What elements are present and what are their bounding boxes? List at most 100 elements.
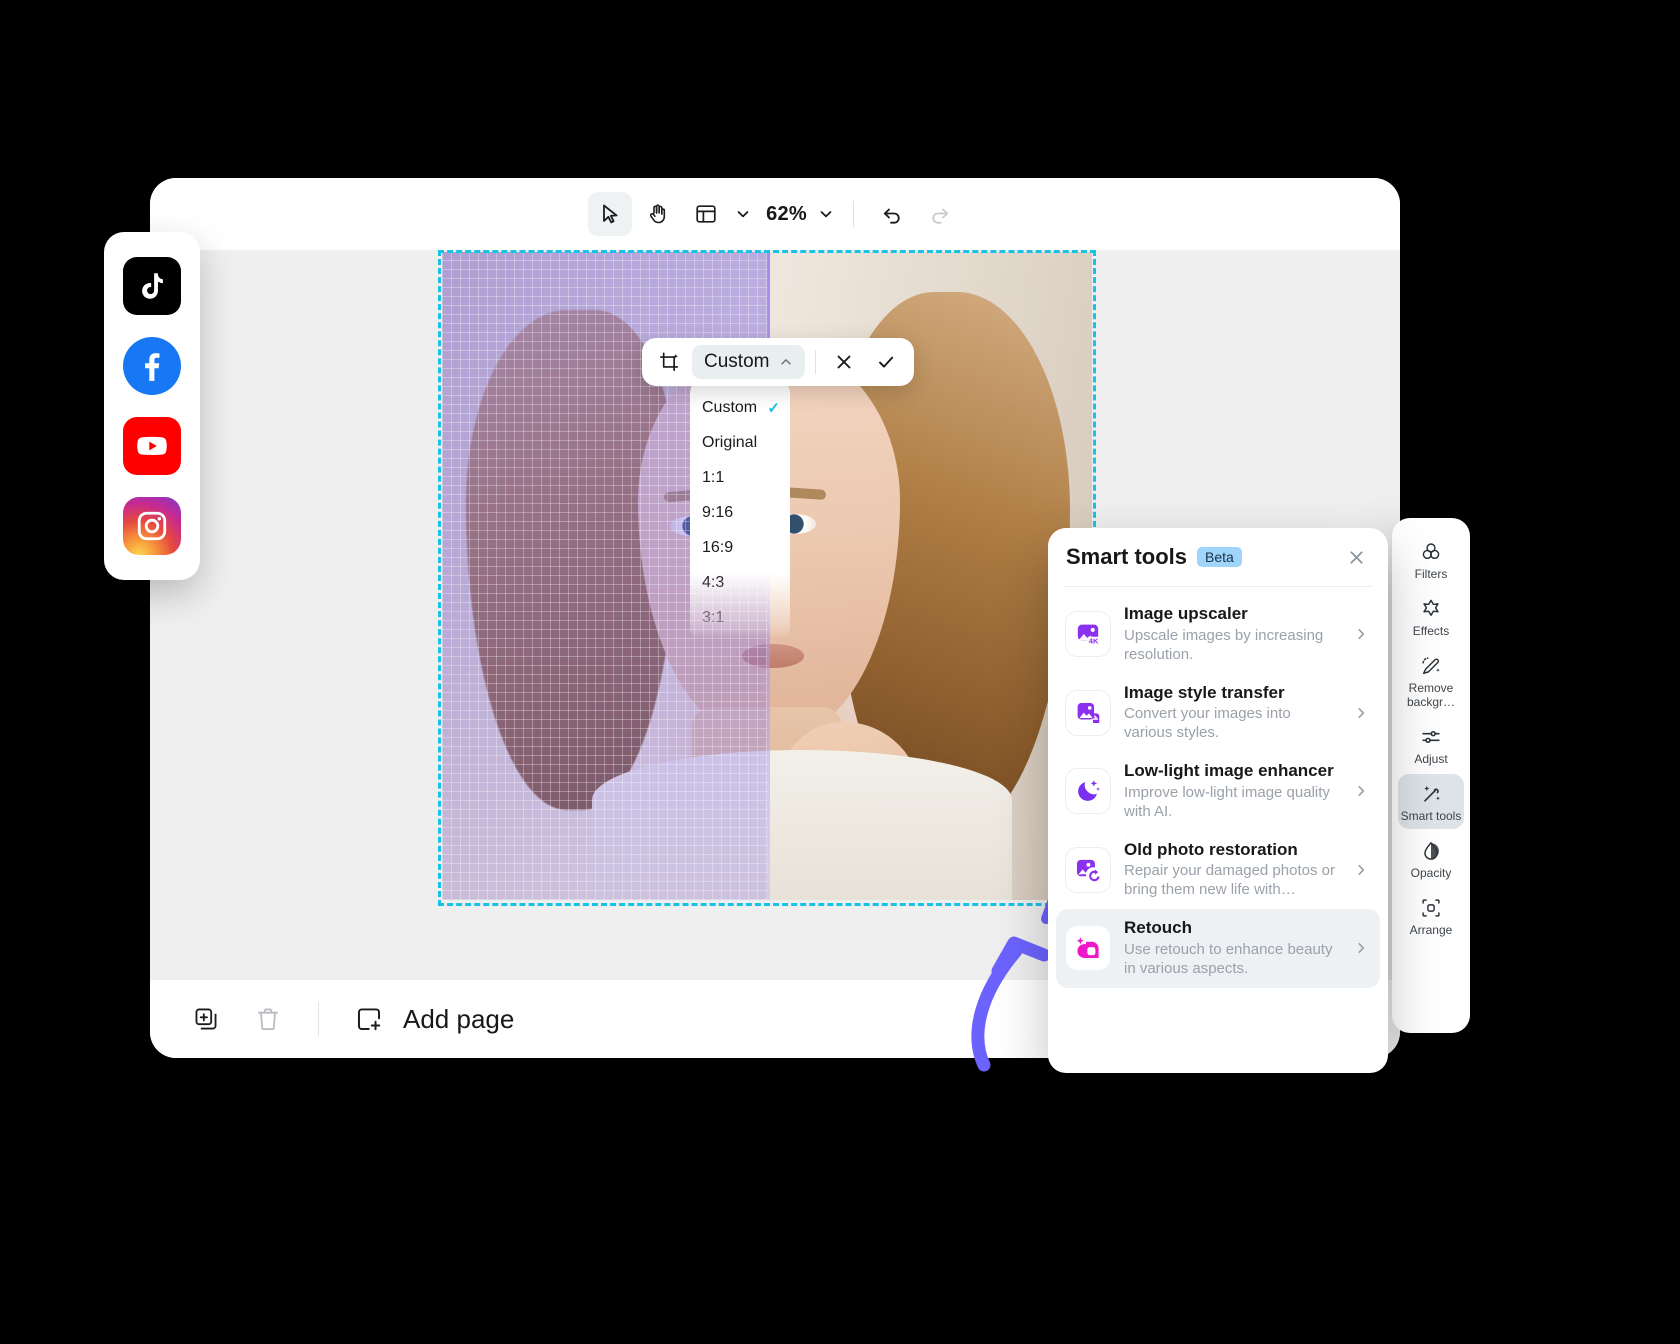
rail-item-effects[interactable]: Effects	[1398, 589, 1464, 644]
crop-ratio-option[interactable]: 3:1	[690, 600, 790, 635]
top-toolbar: 62%	[150, 178, 1400, 250]
smart-tools-list: 4K Image upscalerUpscale images by increa…	[1048, 587, 1388, 988]
toolbar-divider	[853, 201, 854, 227]
image-4k-icon: 4K	[1066, 612, 1110, 656]
retouch-icon	[1066, 926, 1110, 970]
hand-tool[interactable]	[636, 192, 680, 236]
effects-icon	[1420, 596, 1442, 622]
zoom-chevron-down-icon[interactable]	[815, 203, 837, 225]
rail-item-arrange[interactable]: Arrange	[1398, 888, 1464, 943]
smart-tools-title: Smart tools	[1066, 544, 1187, 570]
smart-tool-desc: Improve low-light image quality with AI.	[1124, 784, 1338, 822]
zoom-control[interactable]: 62%	[760, 203, 837, 226]
smart-tools-header: Smart tools Beta	[1048, 528, 1388, 586]
crop-ratio-chevron-up-icon	[779, 355, 793, 369]
duplicate-page-button[interactable]	[186, 999, 226, 1039]
chevron-right-icon[interactable]	[1352, 784, 1370, 798]
beta-badge: Beta	[1197, 547, 1242, 567]
chevron-right-icon[interactable]	[1352, 706, 1370, 720]
crop-ratio-option[interactable]: 16:9	[690, 530, 790, 565]
smart-tool-text: Image style transferConvert your images …	[1124, 683, 1338, 744]
smart-tool-text: Old photo restorationRepair your damaged…	[1124, 840, 1338, 901]
crop-confirm-button[interactable]	[868, 345, 904, 379]
crop-ratio-option-label: Custom	[702, 399, 757, 417]
svg-text:4K: 4K	[1089, 637, 1099, 646]
rail-item-opacity[interactable]: Opacity	[1398, 831, 1464, 886]
screenshot-root: 62%	[0, 0, 1680, 1344]
crop-ratio-option-label: Original	[702, 434, 757, 452]
smart-tools-icon	[1420, 781, 1442, 807]
layout-tool[interactable]	[684, 192, 728, 236]
filters-icon	[1420, 539, 1442, 565]
rail-item-label: Adjust	[1414, 753, 1447, 766]
rail-item-remove-backgr[interactable]: Remove backgr…	[1398, 646, 1464, 714]
close-icon[interactable]	[1342, 543, 1370, 571]
crop-ratio-option[interactable]: 9:16	[690, 495, 790, 530]
crop-ratio-option-label: 16:9	[702, 539, 733, 557]
add-page-label: Add page	[403, 1004, 514, 1035]
rail-item-label: Arrange	[1410, 924, 1453, 937]
youtube-icon[interactable]	[123, 417, 181, 475]
rail-item-label: Effects	[1413, 625, 1449, 638]
check-icon: ✓	[767, 399, 780, 417]
rail-item-adjust[interactable]: Adjust	[1398, 717, 1464, 772]
crop-icon[interactable]	[652, 345, 686, 379]
instagram-icon[interactable]	[123, 497, 181, 555]
crop-ratio-option[interactable]: 4:3	[690, 565, 790, 600]
smart-tool-name: Old photo restoration	[1124, 840, 1338, 861]
chevron-right-icon[interactable]	[1352, 941, 1370, 955]
crop-ratio-select[interactable]: Custom	[692, 345, 805, 379]
smart-tool-name: Retouch	[1124, 918, 1338, 939]
smart-tool-desc: Use retouch to enhance beauty in various…	[1124, 941, 1338, 979]
crop-cancel-button[interactable]	[826, 345, 862, 379]
crop-ratio-option-label: 9:16	[702, 504, 733, 522]
select-cursor-tool[interactable]	[588, 192, 632, 236]
smart-tool-row[interactable]: Low-light image enhancerImprove low-ligh…	[1056, 752, 1380, 831]
smart-tool-text: Image upscalerUpscale images by increasi…	[1124, 604, 1338, 665]
smart-tool-desc: Repair your damaged photos or bring them…	[1124, 862, 1338, 900]
crop-ratio-option[interactable]: Original	[690, 425, 790, 460]
crop-ratio-option-label: 1:1	[702, 469, 724, 487]
chevron-right-icon[interactable]	[1352, 863, 1370, 877]
smart-tool-text: RetouchUse retouch to enhance beauty in …	[1124, 918, 1338, 979]
crop-ratio-option[interactable]: 1:1	[690, 460, 790, 495]
zoom-level: 62%	[760, 203, 813, 226]
tiktok-icon[interactable]	[123, 257, 181, 315]
layout-chevron-down-icon[interactable]	[732, 203, 754, 225]
redo-button[interactable]	[918, 192, 962, 236]
crop-ratio-value: Custom	[704, 351, 769, 373]
smart-tools-panel: Smart tools Beta 4K Image upscalerUpscale…	[1048, 528, 1388, 1073]
smart-tool-row[interactable]: 4K Image upscalerUpscale images by increa…	[1056, 595, 1380, 674]
moon-sparkle-icon	[1066, 769, 1110, 813]
crop-ratio-option[interactable]: Custom ✓	[690, 390, 790, 425]
rail-item-filters[interactable]: Filters	[1398, 532, 1464, 587]
arrange-icon	[1420, 895, 1442, 921]
smart-tool-row[interactable]: RetouchUse retouch to enhance beauty in …	[1056, 909, 1380, 988]
smart-tool-row[interactable]: Image style transferConvert your images …	[1056, 674, 1380, 753]
undo-button[interactable]	[870, 192, 914, 236]
smart-tool-desc: Convert your images into various styles.	[1124, 705, 1338, 743]
facebook-icon[interactable]	[123, 337, 181, 395]
smart-tool-name: Image upscaler	[1124, 604, 1338, 625]
crop-toolbar: Custom	[642, 338, 914, 386]
smart-tool-text: Low-light image enhancerImprove low-ligh…	[1124, 761, 1338, 822]
rail-item-label: Smart tools	[1401, 810, 1462, 823]
rail-item-label: Opacity	[1411, 867, 1452, 880]
smart-tool-row[interactable]: Old photo restorationRepair your damaged…	[1056, 831, 1380, 910]
rail-item-label: Filters	[1415, 568, 1448, 581]
crop-ratio-menu[interactable]: Custom ✓ Original 1:1 9:16 16:9 4:33:1	[690, 382, 790, 639]
right-tool-rail: Filters Effects Remove backgr… Adjust Smart …	[1392, 518, 1470, 1033]
rail-item-smart-tools[interactable]: Smart tools	[1398, 774, 1464, 829]
crop-toolbar-divider	[815, 350, 816, 374]
image-style-icon	[1066, 691, 1110, 735]
opacity-icon	[1420, 838, 1442, 864]
remove-background-icon	[1420, 653, 1442, 679]
rail-item-label: Remove backgr…	[1400, 682, 1462, 708]
add-page-icon	[349, 999, 389, 1039]
adjust-icon	[1420, 724, 1442, 750]
chevron-right-icon[interactable]	[1352, 627, 1370, 641]
smart-tool-name: Low-light image enhancer	[1124, 761, 1338, 782]
photo-restore-icon	[1066, 848, 1110, 892]
add-page-button[interactable]: Add page	[349, 999, 514, 1039]
delete-page-button[interactable]	[248, 999, 288, 1039]
